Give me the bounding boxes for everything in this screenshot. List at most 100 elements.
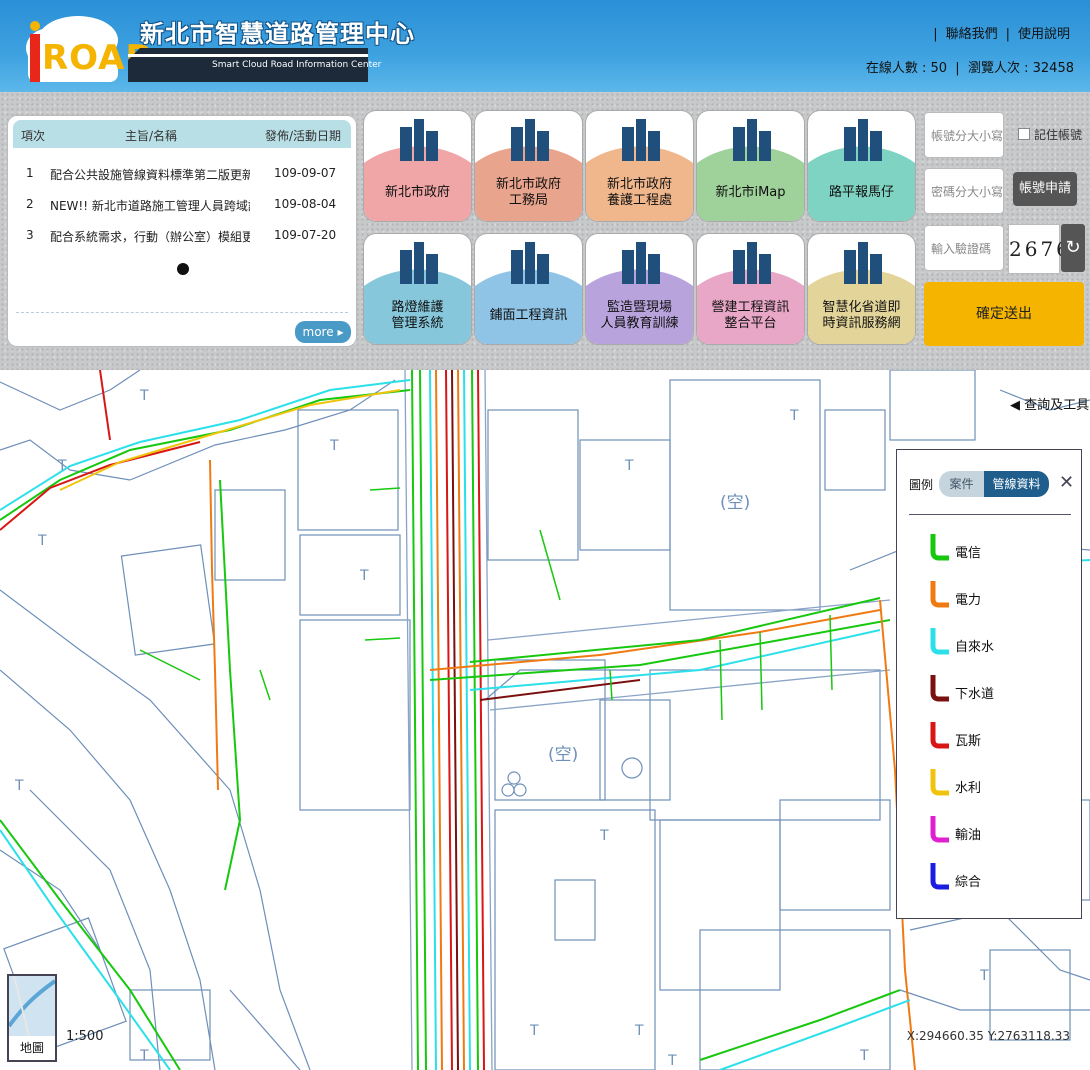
news-panel: 項次 主旨/名稱 發佈/活動日期 1 配合公共設施管線資料標準第二版更新期...… xyxy=(7,115,357,347)
excavator-icon xyxy=(622,119,660,161)
visits-label: 瀏覽人次 xyxy=(967,61,1020,76)
online-count: 50 xyxy=(930,61,948,76)
svg-text:T: T xyxy=(139,388,149,404)
pipe-icon xyxy=(930,675,949,702)
svg-text:T: T xyxy=(529,1023,539,1039)
tile-9[interactable]: 營建工程資訊 整合平台 xyxy=(697,234,804,344)
globe-icon xyxy=(733,242,771,284)
tab-pipeline[interactable]: 管線資料 xyxy=(984,471,1049,497)
refresh-captcha-icon[interactable]: ↻ xyxy=(1061,224,1085,272)
news-title[interactable]: 配合系統需求，行動（辦公室）模組更新... xyxy=(50,228,250,245)
captcha-input[interactable]: 輸入驗證碼 xyxy=(924,225,1004,271)
news-divider xyxy=(16,312,348,313)
tile-label: 新北市iMap xyxy=(715,185,786,200)
basemap-label: 地圖 xyxy=(19,1041,44,1055)
svg-text:T: T xyxy=(667,1053,677,1069)
basemap-switcher[interactable]: 地圖 xyxy=(7,974,57,1062)
pipe-icon xyxy=(930,628,949,655)
tile-8[interactable]: 監造暨現場 人員教育訓練 xyxy=(586,234,693,344)
tile-label: 監造暨現場 人員教育訓練 xyxy=(600,300,679,331)
site-subtitle: Smart Cloud Road Information Center xyxy=(212,60,382,70)
svg-text:T: T xyxy=(139,1048,149,1064)
news-col-no: 項次 xyxy=(21,129,46,143)
remember-account-checkbox[interactable]: 記住帳號 xyxy=(1018,126,1082,143)
svg-text:T: T xyxy=(359,568,369,584)
pipe-icon xyxy=(930,816,949,843)
news-row[interactable]: 2 NEW!! 新北市道路施工管理人員跨域認... 109-08-04 xyxy=(8,193,356,217)
city-building-icon xyxy=(400,119,438,161)
tile-1[interactable]: 新北市政府 xyxy=(364,111,471,221)
header-bar: ROAD 新北市智慧道路管理中心 Smart Cloud Road Inform… xyxy=(0,0,1090,92)
visitor-stats: 在線人數 : 50 | 瀏覽人次 : 32458 xyxy=(865,61,1074,76)
legend-panel: 圖例 案件 管線資料 ✕ 電信 電力 自來水 下水道 瓦斯 水利 輸油 綜合 xyxy=(896,449,1082,919)
submit-button[interactable]: 確定送出 xyxy=(924,282,1084,346)
help-link[interactable]: 使用說明 xyxy=(1018,27,1070,42)
tile-6[interactable]: 路燈維護 管理系統 xyxy=(364,234,471,344)
top-links: | 聯絡我們 | 使用說明 xyxy=(933,27,1070,42)
news-col-title: 主旨/名稱 xyxy=(125,129,178,143)
contact-link[interactable]: 聯絡我們 xyxy=(946,27,998,42)
basemap-thumbnail xyxy=(7,975,57,1037)
legend-divider xyxy=(909,514,1071,515)
svg-text:T: T xyxy=(859,1048,869,1064)
online-label: 在線人數 xyxy=(865,61,918,76)
streetlight-icon xyxy=(400,242,438,284)
tile-label: 新北市政府 養護工程處 xyxy=(606,177,672,208)
apply-account-button[interactable]: 帳號申請 xyxy=(1013,172,1077,206)
tile-2[interactable]: 新北市政府 工務局 xyxy=(475,111,582,221)
query-tools-toggle[interactable]: ◀ 查詢及工具 xyxy=(1010,394,1089,413)
svg-text:T: T xyxy=(789,408,799,424)
news-row[interactable]: 3 配合系統需求，行動（辦公室）模組更新... 109-07-20 xyxy=(8,224,356,248)
tab-case[interactable]: 案件 xyxy=(939,471,984,497)
arrow-left-icon: ◀ xyxy=(1010,398,1020,413)
svg-text:T: T xyxy=(37,533,47,549)
close-icon[interactable]: ✕ xyxy=(1059,472,1074,493)
svg-text:T: T xyxy=(599,828,609,844)
svg-text:T: T xyxy=(329,438,339,454)
block-label: (空) xyxy=(720,493,750,513)
pipe-icon xyxy=(930,863,949,890)
news-row[interactable]: 1 配合公共設施管線資料標準第二版更新期... 109-09-07 xyxy=(8,162,356,186)
news-header: 項次 主旨/名稱 發佈/活動日期 xyxy=(13,120,351,148)
news-col-date: 發佈/活動日期 xyxy=(265,129,342,143)
tile-label: 營建工程資訊 整合平台 xyxy=(711,300,790,331)
tile-7[interactable]: 鋪面工程資訊 xyxy=(475,234,582,344)
news-title[interactable]: NEW!! 新北市道路施工管理人員跨域認... xyxy=(50,197,250,214)
tile-label: 鋪面工程資訊 xyxy=(489,308,568,323)
highway-icon xyxy=(844,242,882,284)
tile-4[interactable]: 新北市iMap xyxy=(697,111,804,221)
tile-label: 智慧化省道即 時資訊服務網 xyxy=(822,300,901,331)
workers-icon xyxy=(511,119,549,161)
visits-count: 32458 xyxy=(1032,61,1074,76)
block-label: (空) xyxy=(548,745,578,765)
map-scale: 1:500 xyxy=(66,1029,104,1044)
tile-3[interactable]: 新北市政府 養護工程處 xyxy=(586,111,693,221)
checkbox-icon[interactable] xyxy=(1018,128,1030,140)
captcha-image: 2676 xyxy=(1008,224,1069,274)
tile-label: 路燈維護 管理系統 xyxy=(391,300,444,331)
tile-label: 新北市政府 xyxy=(384,185,450,200)
tile-10[interactable]: 智慧化省道即 時資訊服務網 xyxy=(808,234,915,344)
news-title[interactable]: 配合公共設施管線資料標準第二版更新期... xyxy=(50,166,250,183)
svg-text:T: T xyxy=(57,458,67,474)
training-icon xyxy=(622,242,660,284)
pipe-icon xyxy=(930,722,949,749)
pipe-icon xyxy=(930,534,949,561)
tile-5[interactable]: 路平報馬仔 xyxy=(808,111,915,221)
svg-text:T: T xyxy=(634,1023,644,1039)
pager-dot[interactable] xyxy=(177,263,189,275)
svg-text:T: T xyxy=(14,778,24,794)
legend-tabs: 案件 管線資料 xyxy=(939,471,1049,497)
pipe-icon xyxy=(930,769,949,796)
pipe-icon xyxy=(930,581,949,608)
tile-label: 路平報馬仔 xyxy=(828,185,894,200)
map-screen-icon xyxy=(733,119,771,161)
more-button[interactable]: more ▸ xyxy=(295,321,351,343)
cursor-coordinates: X:294660.35 Y:2763118.33 xyxy=(906,1029,1070,1043)
account-input[interactable]: 帳號分大小寫 xyxy=(924,112,1004,158)
road-worker-icon xyxy=(511,242,549,284)
tile-label: 新北市政府 工務局 xyxy=(495,177,561,208)
legend-title: 圖例 xyxy=(909,478,934,492)
password-input[interactable]: 密碼分大小寫 xyxy=(924,168,1004,214)
site-title: 新北市智慧道路管理中心 xyxy=(140,20,415,48)
